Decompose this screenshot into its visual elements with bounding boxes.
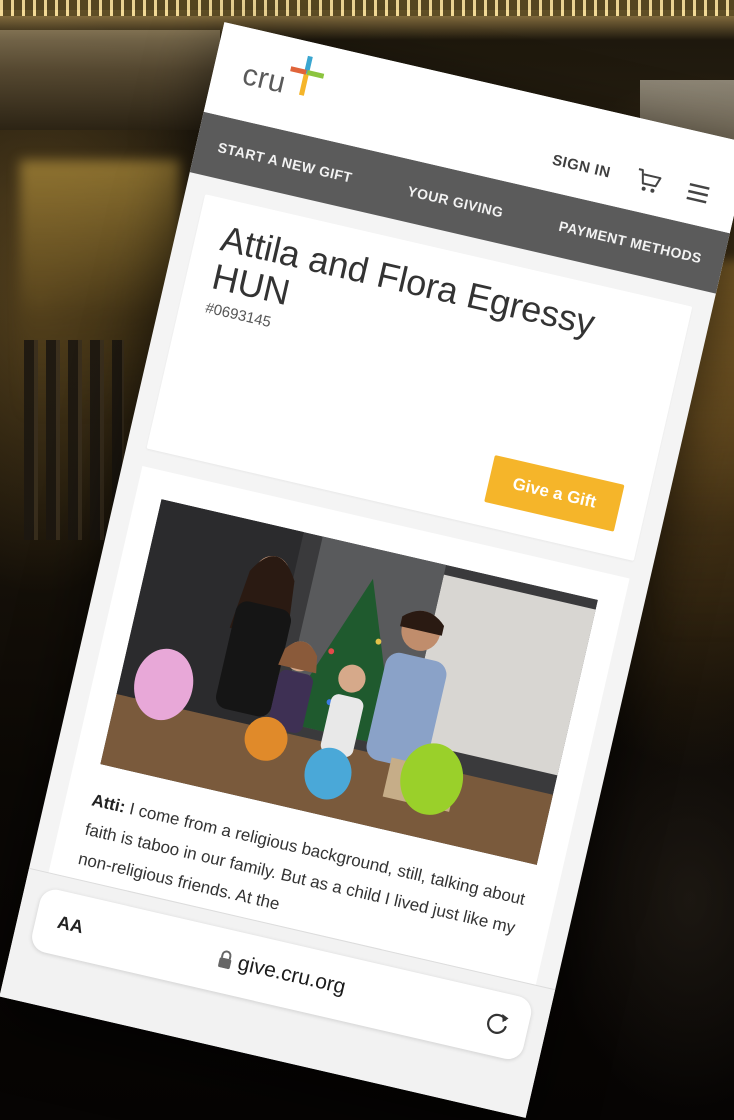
sign-in-link[interactable]: SIGN IN [551, 151, 613, 181]
cross-logo-icon [290, 55, 325, 96]
cru-logo[interactable]: cru [239, 50, 326, 107]
riverbank-building [0, 30, 220, 130]
nav-payment-methods[interactable]: PAYMENT METHODS [557, 218, 703, 266]
url-text: give.cru.org [235, 951, 348, 999]
lock-icon [218, 950, 232, 970]
bridge-lights [0, 0, 734, 16]
nav-your-giving[interactable]: YOUR GIVING [406, 183, 505, 221]
cart-icon[interactable] [633, 167, 664, 196]
story-speaker: Atti: [89, 790, 128, 817]
logo-text: cru [239, 58, 289, 100]
pier-pylons [24, 340, 124, 540]
hamburger-menu-icon[interactable] [684, 179, 715, 208]
nav-start-new-gift[interactable]: START A NEW GIFT [216, 139, 353, 185]
give-a-gift-button[interactable]: Give a Gift [484, 454, 625, 532]
